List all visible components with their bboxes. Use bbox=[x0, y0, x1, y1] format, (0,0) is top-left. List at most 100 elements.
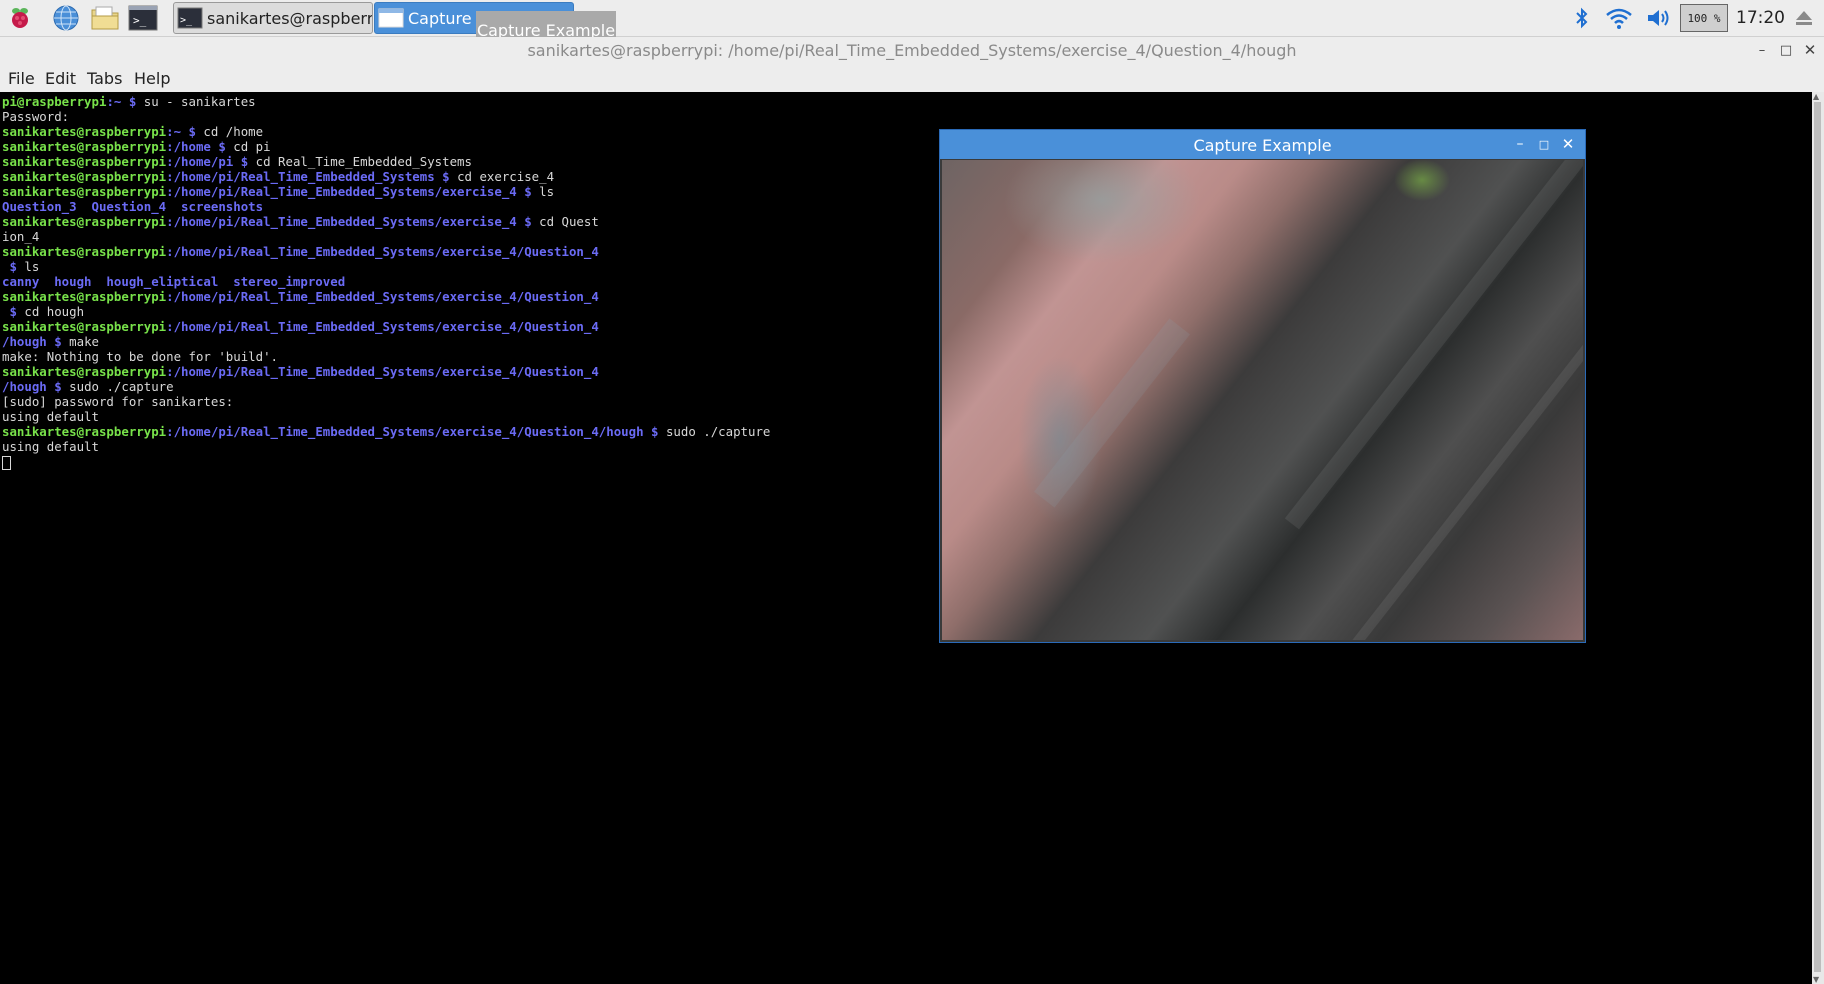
capture-window: Capture Example – □ ✕ bbox=[940, 130, 1585, 642]
prompt-path: :/home/pi/Real_Time_Embedded_Systems/exe… bbox=[166, 319, 599, 334]
terminal-line: sanikartes@raspberrypi:/home/pi/Real_Tim… bbox=[2, 244, 770, 259]
prompt-path: :/home/pi/Real_Time_Embedded_Systems/exe… bbox=[166, 244, 599, 259]
terminal-segment: su - sanikartes bbox=[136, 94, 256, 109]
terminal-line: sanikartes@raspberrypi:/home/pi $ cd Rea… bbox=[2, 154, 770, 169]
terminal-segment: cd exercise_4 bbox=[449, 169, 555, 184]
close-icon[interactable]: ✕ bbox=[1801, 41, 1819, 59]
prompt-path: :/home/pi/Real_Time_Embedded_Systems/exe… bbox=[166, 184, 532, 199]
window-title: Capture Example bbox=[1193, 136, 1332, 155]
web-browser-icon[interactable] bbox=[51, 3, 81, 33]
prompt-path: :/home/pi/Real_Time_Embedded_Systems $ bbox=[166, 169, 450, 184]
terminal-line: sanikartes@raspberrypi:/home/pi/Real_Tim… bbox=[2, 364, 770, 379]
eject-icon[interactable] bbox=[1794, 8, 1814, 32]
prompt-user: sanikartes@raspberrypi bbox=[2, 424, 167, 439]
prompt-path: :/home/pi/Real_Time_Embedded_Systems/exe… bbox=[166, 214, 532, 229]
clock[interactable]: 17:20 bbox=[1736, 8, 1785, 28]
terminal-segment: cd Real_Time_Embedded_Systems bbox=[248, 154, 472, 169]
terminal-line: sanikartes@raspberrypi:/home/pi/Real_Tim… bbox=[2, 424, 770, 439]
file-manager-icon[interactable] bbox=[90, 3, 120, 33]
terminal-line: sanikartes@raspberrypi:/home/pi/Real_Tim… bbox=[2, 319, 770, 334]
prompt-path: Question_3 Question_4 screenshots bbox=[2, 199, 264, 214]
terminal-text: pi@raspberrypi:~ $ su - sanikartes Passwo… bbox=[2, 94, 770, 470]
prompt-path: $ bbox=[2, 304, 17, 319]
maximize-icon[interactable]: □ bbox=[1535, 135, 1553, 153]
taskbar-item-terminal[interactable]: >_ sanikartes@raspberr... bbox=[173, 2, 373, 34]
scrollbar[interactable]: ▲ ▼ bbox=[1812, 92, 1824, 984]
taskbar-item-label: sanikartes@raspberr... bbox=[207, 8, 373, 28]
terminal-segment: using default bbox=[2, 439, 99, 454]
prompt-user: pi@raspberrypi bbox=[2, 94, 107, 109]
terminal-line: using default bbox=[2, 439, 770, 454]
bluetooth-icon[interactable] bbox=[1570, 4, 1594, 32]
terminal-segment: cd pi bbox=[225, 139, 271, 154]
menu-edit[interactable]: Edit bbox=[45, 69, 76, 88]
terminal-line: pi@raspberrypi:~ $ su - sanikartes bbox=[2, 94, 770, 109]
terminal-line: make: Nothing to be done for 'build'. bbox=[2, 349, 770, 364]
terminal-segment: [sudo] password for sanikartes: bbox=[2, 394, 234, 409]
terminal-titlebar[interactable]: sanikartes@raspberrypi: /home/pi/Real_Ti… bbox=[0, 37, 1824, 65]
window-title: sanikartes@raspberrypi: /home/pi/Real_Ti… bbox=[527, 41, 1297, 60]
prompt-user: sanikartes@raspberrypi bbox=[2, 364, 167, 379]
camera-frame bbox=[942, 160, 1583, 640]
terminal-line: sanikartes@raspberrypi:~ $ cd /home bbox=[2, 124, 770, 139]
prompt-path: canny hough hough_eliptical stereo_impro… bbox=[2, 274, 346, 289]
terminal-segment: cd hough bbox=[16, 304, 85, 319]
prompt-user: sanikartes@raspberrypi bbox=[2, 124, 167, 139]
terminal-segment: cd Quest bbox=[531, 214, 599, 229]
prompt-path: :/home/pi/Real_Time_Embedded_Systems/exe… bbox=[166, 289, 599, 304]
prompt-path: :/home/pi/Real_Time_Embedded_Systems/exe… bbox=[166, 364, 599, 379]
terminal-segment: using default bbox=[2, 409, 99, 424]
terminal-segment: Password: bbox=[2, 109, 70, 124]
scrollbar-thumb[interactable] bbox=[1814, 102, 1821, 972]
menu-help[interactable]: Help bbox=[134, 69, 170, 88]
terminal-line: Question_3 Question_4 screenshots bbox=[2, 199, 770, 214]
text-cursor bbox=[2, 455, 11, 470]
raspberry-menu-icon[interactable] bbox=[5, 3, 35, 33]
prompt-path: $ bbox=[2, 259, 17, 274]
window-icon bbox=[378, 8, 404, 28]
prompt-user: sanikartes@raspberrypi bbox=[2, 169, 167, 184]
minimize-icon[interactable]: – bbox=[1511, 135, 1529, 153]
menu-file[interactable]: File bbox=[8, 69, 35, 88]
terminal-line: $ cd hough bbox=[2, 304, 770, 319]
battery-indicator[interactable]: 100 % bbox=[1680, 4, 1728, 32]
prompt-user: sanikartes@raspberrypi bbox=[2, 139, 167, 154]
terminal-line: sanikartes@raspberrypi:/home/pi/Real_Tim… bbox=[2, 184, 770, 199]
terminal-line: canny hough hough_eliptical stereo_impro… bbox=[2, 274, 770, 289]
terminal-segment: make bbox=[61, 334, 99, 349]
prompt-user: sanikartes@raspberrypi bbox=[2, 184, 167, 199]
terminal-segment: sudo ./capture bbox=[61, 379, 174, 394]
terminal-line: Password: bbox=[2, 109, 770, 124]
prompt-user: sanikartes@raspberrypi bbox=[2, 244, 167, 259]
minimize-icon[interactable]: – bbox=[1753, 41, 1771, 59]
wifi-icon[interactable] bbox=[1604, 4, 1634, 32]
terminal-line: sanikartes@raspberrypi:/home/pi/Real_Tim… bbox=[2, 169, 770, 184]
terminal-line: /hough $ sudo ./capture bbox=[2, 379, 770, 394]
terminal-icon[interactable]: >_ bbox=[128, 3, 158, 33]
prompt-path: /hough $ bbox=[2, 334, 62, 349]
terminal-segment: ls bbox=[16, 259, 40, 274]
volume-icon[interactable] bbox=[1644, 4, 1672, 32]
close-icon[interactable]: ✕ bbox=[1559, 135, 1577, 153]
svg-text:>_: >_ bbox=[180, 15, 193, 26]
svg-text:>_: >_ bbox=[133, 14, 147, 27]
prompt-path: :~ $ bbox=[166, 124, 196, 139]
terminal-line: [sudo] password for sanikartes: bbox=[2, 394, 770, 409]
terminal-segment: ls bbox=[531, 184, 555, 199]
prompt-path: /hough $ bbox=[2, 379, 62, 394]
terminal-segment: make: Nothing to be done for 'build'. bbox=[2, 349, 279, 364]
terminal-line: sanikartes@raspberrypi:/home/pi/Real_Tim… bbox=[2, 289, 770, 304]
terminal-segment: sudo ./capture bbox=[658, 424, 771, 439]
prompt-path: :~ $ bbox=[106, 94, 137, 109]
capture-titlebar[interactable]: Capture Example – □ ✕ bbox=[940, 130, 1585, 159]
maximize-icon[interactable]: □ bbox=[1777, 41, 1795, 59]
scroll-down-icon[interactable]: ▼ bbox=[1813, 975, 1819, 984]
prompt-user: sanikartes@raspberrypi bbox=[2, 214, 167, 229]
taskbar: >_ >_ sanikartes@raspberr... Capture E C… bbox=[0, 0, 1824, 49]
prompt-user: sanikartes@raspberrypi bbox=[2, 154, 167, 169]
menu-bar: File Edit Tabs Help bbox=[0, 65, 1824, 92]
prompt-path: :/home $ bbox=[166, 139, 226, 154]
terminal-line: using default bbox=[2, 409, 770, 424]
menu-tabs[interactable]: Tabs bbox=[87, 69, 122, 88]
scroll-up-icon[interactable]: ▲ bbox=[1813, 92, 1819, 101]
